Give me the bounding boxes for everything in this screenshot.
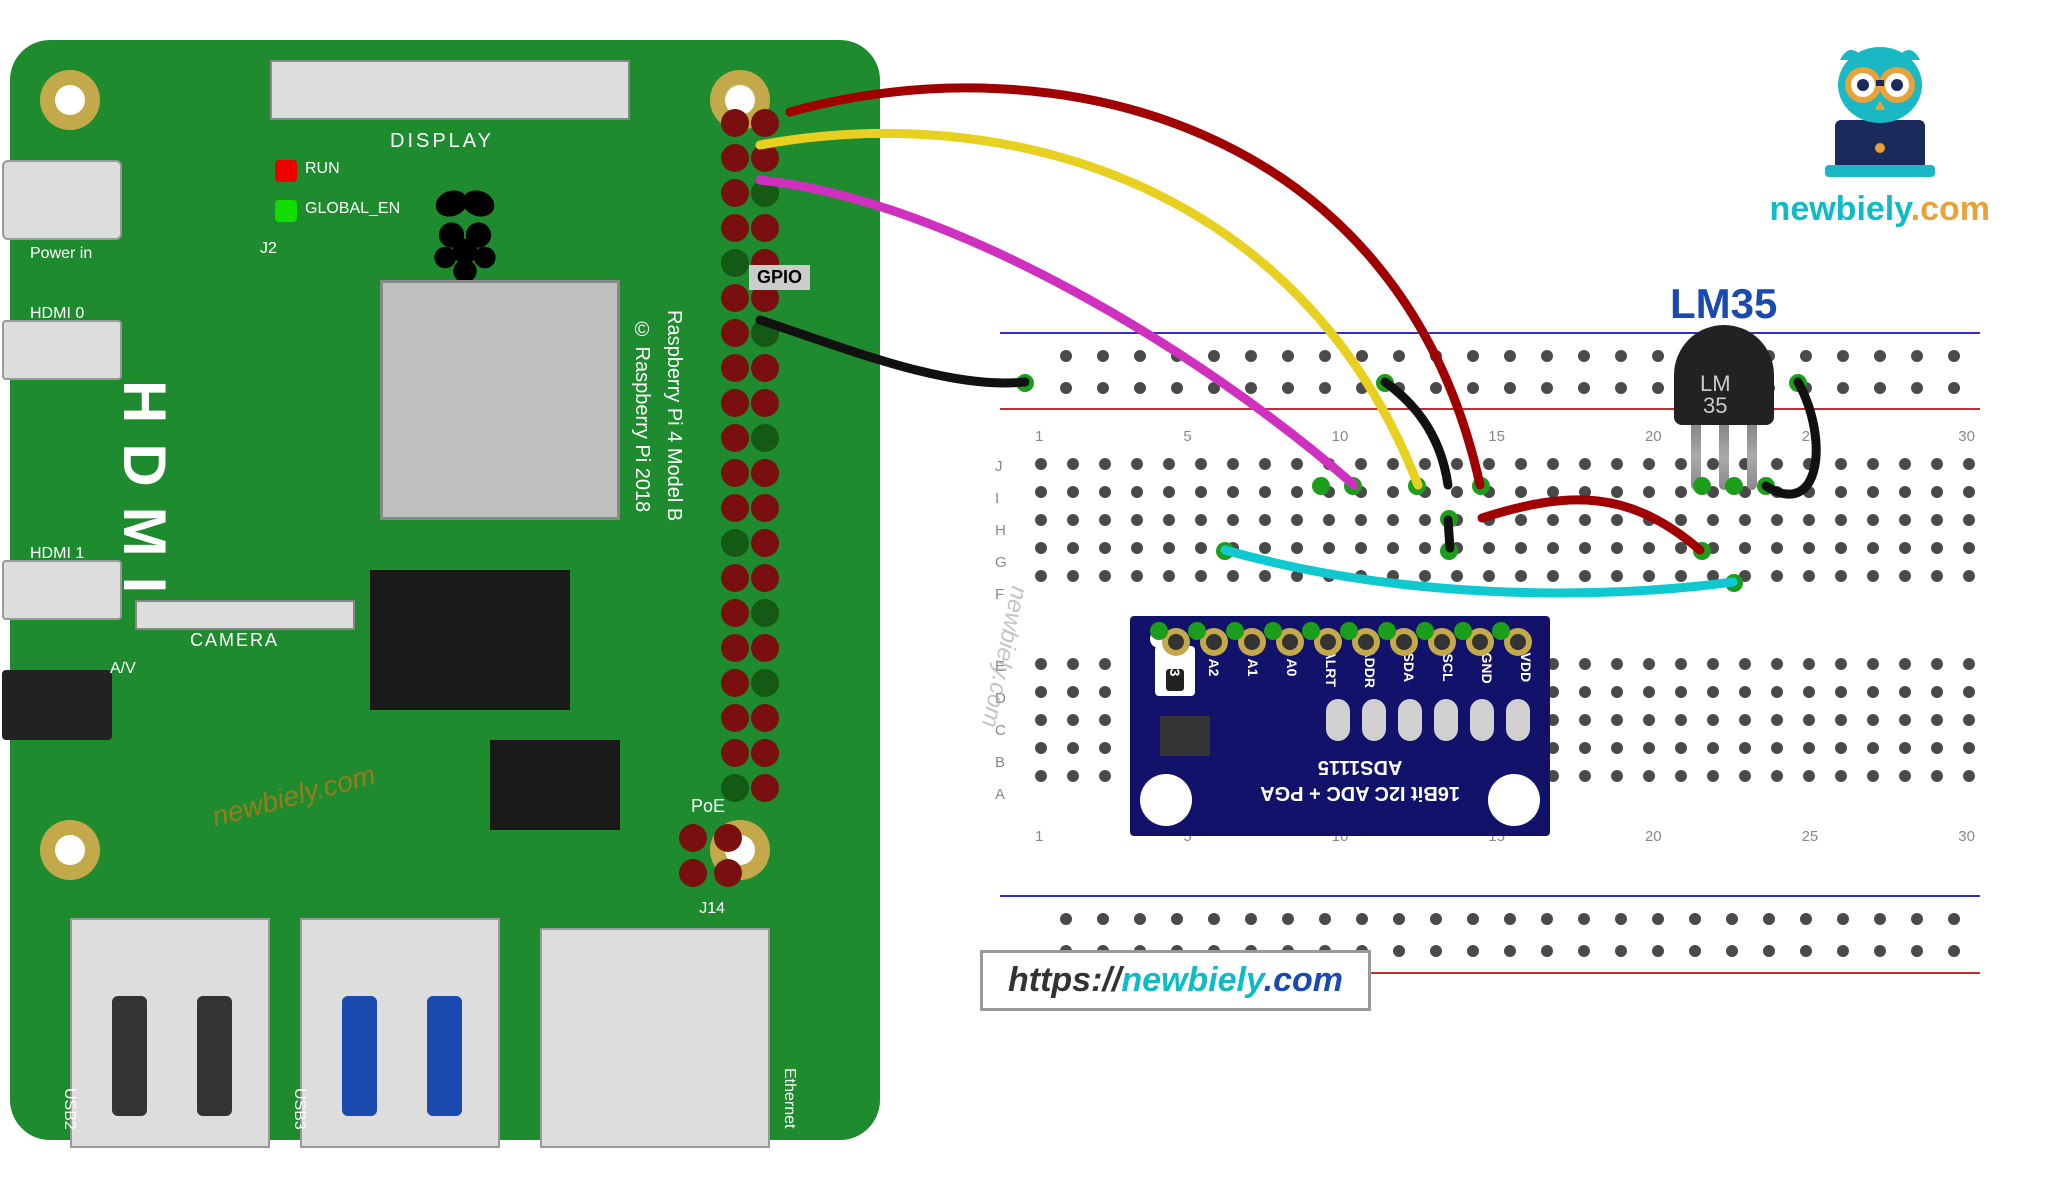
hdmi1-label: HDMI 1 [30, 545, 84, 563]
bb-col: 30 [1958, 428, 1975, 445]
global-en-label: GLOBAL_EN [305, 200, 400, 218]
model-text: Raspberry Pi 4 Model B © Raspberry Pi 20… [626, 310, 690, 521]
mounting-hole [40, 70, 100, 130]
ethernet-port [540, 928, 770, 1148]
poe-label: PoE [691, 796, 725, 817]
watermark: newbiely.com [209, 759, 379, 833]
url-box: https://newbiely.com [980, 950, 1371, 1011]
bb-row: J [995, 458, 1015, 475]
ram-chip [370, 570, 570, 710]
camera-label: CAMERA [190, 630, 279, 651]
usb3-label: USB3 [290, 1088, 308, 1130]
raspberry-pi-board: DISPLAY RUN GLOBAL_EN J2 [10, 40, 880, 1140]
activity-led [275, 200, 297, 222]
hdmi0-label: HDMI 0 [30, 305, 84, 323]
ads-chip-icon [1160, 716, 1210, 756]
camera-connector [135, 600, 355, 630]
bb-col: 5 [1183, 428, 1191, 445]
bb-row: I [995, 490, 1015, 507]
cpu-chip [380, 280, 620, 520]
ads1115-module: 16Bit I2C ADC + PGA ADS1115 VDD GND SCL … [1130, 616, 1550, 836]
run-label: RUN [305, 160, 340, 178]
j2-label: J2 [260, 240, 277, 258]
bb-col: 25 [1802, 828, 1819, 845]
bb-col: 15 [1488, 428, 1505, 445]
lm35-label: LM35 [1670, 280, 1777, 328]
run-led [275, 160, 297, 182]
av-label: A/V [110, 660, 136, 678]
bb-col: 30 [1958, 828, 1975, 845]
bb-col: 1 [1035, 428, 1043, 445]
bb-col: 25 [1802, 428, 1819, 445]
bb-row: G [995, 554, 1015, 571]
lm35-sensor: LM 35 [1674, 325, 1774, 490]
display-label: DISPLAY [390, 130, 494, 153]
usb2-label: USB2 [60, 1088, 78, 1130]
bb-row: H [995, 522, 1015, 539]
bb-col: 10 [1332, 428, 1349, 445]
bb-row: B [995, 754, 1015, 771]
raspberry-pi-logo-icon [420, 180, 510, 290]
hdmi1-port [2, 560, 122, 620]
usb3-port [300, 918, 500, 1148]
display-connector [270, 60, 630, 120]
bb-col: 20 [1645, 428, 1662, 445]
bb-col: 20 [1645, 828, 1662, 845]
j14-label: J14 [699, 900, 725, 918]
newbiely-logo: newbiely.com [1770, 30, 1990, 229]
ads-title: 16Bit I2C ADC + PGA ADS1115 [1260, 754, 1460, 806]
owl-icon [1815, 30, 1945, 180]
hdmi0-port [2, 320, 122, 380]
gpio-label: GPIO [749, 265, 810, 290]
ethernet-label: Ethernet [780, 1068, 798, 1128]
mounting-hole [40, 820, 100, 880]
power-in-label: Power in [30, 245, 92, 263]
chip [490, 740, 620, 830]
usb-c-port [2, 160, 122, 240]
gpio-header [715, 100, 785, 800]
bb-col: 1 [1035, 828, 1043, 845]
bb-row: A [995, 786, 1015, 803]
usb2-port [70, 918, 270, 1148]
av-jack [2, 670, 112, 740]
poe-header [675, 820, 745, 890]
